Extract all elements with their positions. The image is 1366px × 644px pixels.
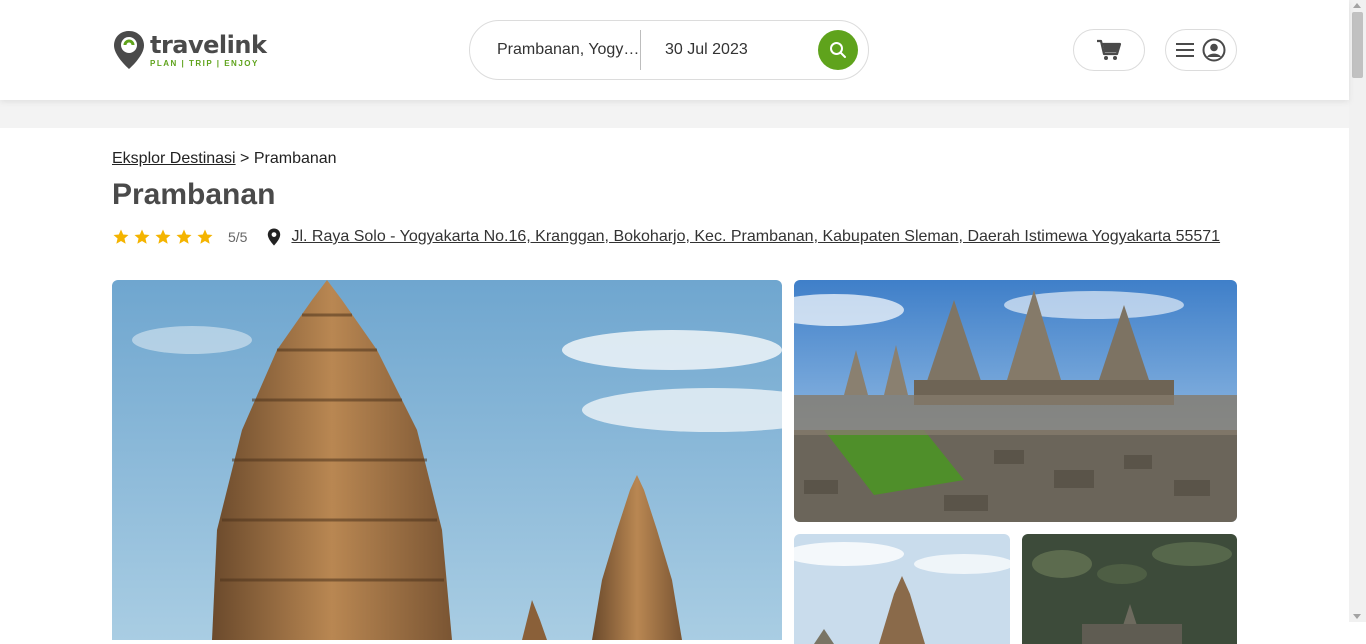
breadcrumb-separator: >: [235, 150, 254, 167]
logo-wordmark: travelink: [150, 31, 267, 59]
rating-address-row: 5/5 Jl. Raya Solo - Yogyakarta No.16, Kr…: [112, 226, 1220, 248]
location-pin-icon: [268, 228, 281, 246]
gallery-main-photo[interactable]: [112, 280, 782, 640]
travelink-logo[interactable]: travelink PLAN | TRIP | ENJOY: [112, 29, 267, 71]
breadcrumb-link-eksplor[interactable]: Eksplor Destinasi: [112, 150, 236, 167]
star-icon: [197, 229, 213, 244]
star-icon: [134, 229, 150, 244]
temple-photo-main: [112, 280, 782, 640]
account-menu-button[interactable]: [1165, 29, 1237, 71]
search-bar: Prambanan, Yogyakarta 30 Jul 2023: [469, 20, 869, 80]
star-icon: [113, 229, 129, 244]
destination-field[interactable]: Prambanan, Yogyakarta: [470, 41, 640, 59]
gallery-photo-2[interactable]: [794, 280, 1237, 522]
scroll-down-arrow-icon[interactable]: [1353, 614, 1361, 619]
page-scrollbar[interactable]: [1349, 0, 1366, 622]
header-spacer: [0, 100, 1349, 128]
search-button[interactable]: [818, 30, 858, 70]
temple-complex-photo: [794, 280, 1237, 522]
star-icon: [155, 229, 171, 244]
address-link[interactable]: Jl. Raya Solo - Yogyakarta No.16, Krangg…: [291, 228, 1220, 246]
breadcrumb-current: Prambanan: [253, 150, 337, 167]
scrollbar-thumb[interactable]: [1352, 12, 1363, 78]
aerial-temple-photo: [1022, 534, 1237, 644]
logo-tagline: PLAN | TRIP | ENJOY: [150, 59, 259, 68]
gallery-photo-3[interactable]: [794, 534, 1010, 644]
top-header: travelink PLAN | TRIP | ENJOY Prambanan,…: [0, 0, 1349, 100]
map-pin-logo-icon: [114, 31, 144, 69]
cart-button[interactable]: [1073, 29, 1145, 71]
scroll-up-arrow-icon[interactable]: [1353, 3, 1361, 8]
star-icon: [176, 229, 192, 244]
breadcrumb: Eksplor Destinasi > Prambanan: [112, 150, 337, 168]
page-title: Prambanan: [112, 178, 276, 211]
user-circle-icon: [1202, 38, 1226, 62]
date-field[interactable]: 30 Jul 2023: [641, 41, 818, 59]
hamburger-menu-icon: [1176, 43, 1194, 57]
rating-stars: [112, 228, 214, 246]
rating-score: 5/5: [228, 229, 248, 245]
temple-spire-photo: [794, 534, 1010, 644]
search-icon: [830, 42, 846, 58]
cart-icon: [1097, 39, 1122, 60]
gallery-photo-4[interactable]: [1022, 534, 1237, 644]
